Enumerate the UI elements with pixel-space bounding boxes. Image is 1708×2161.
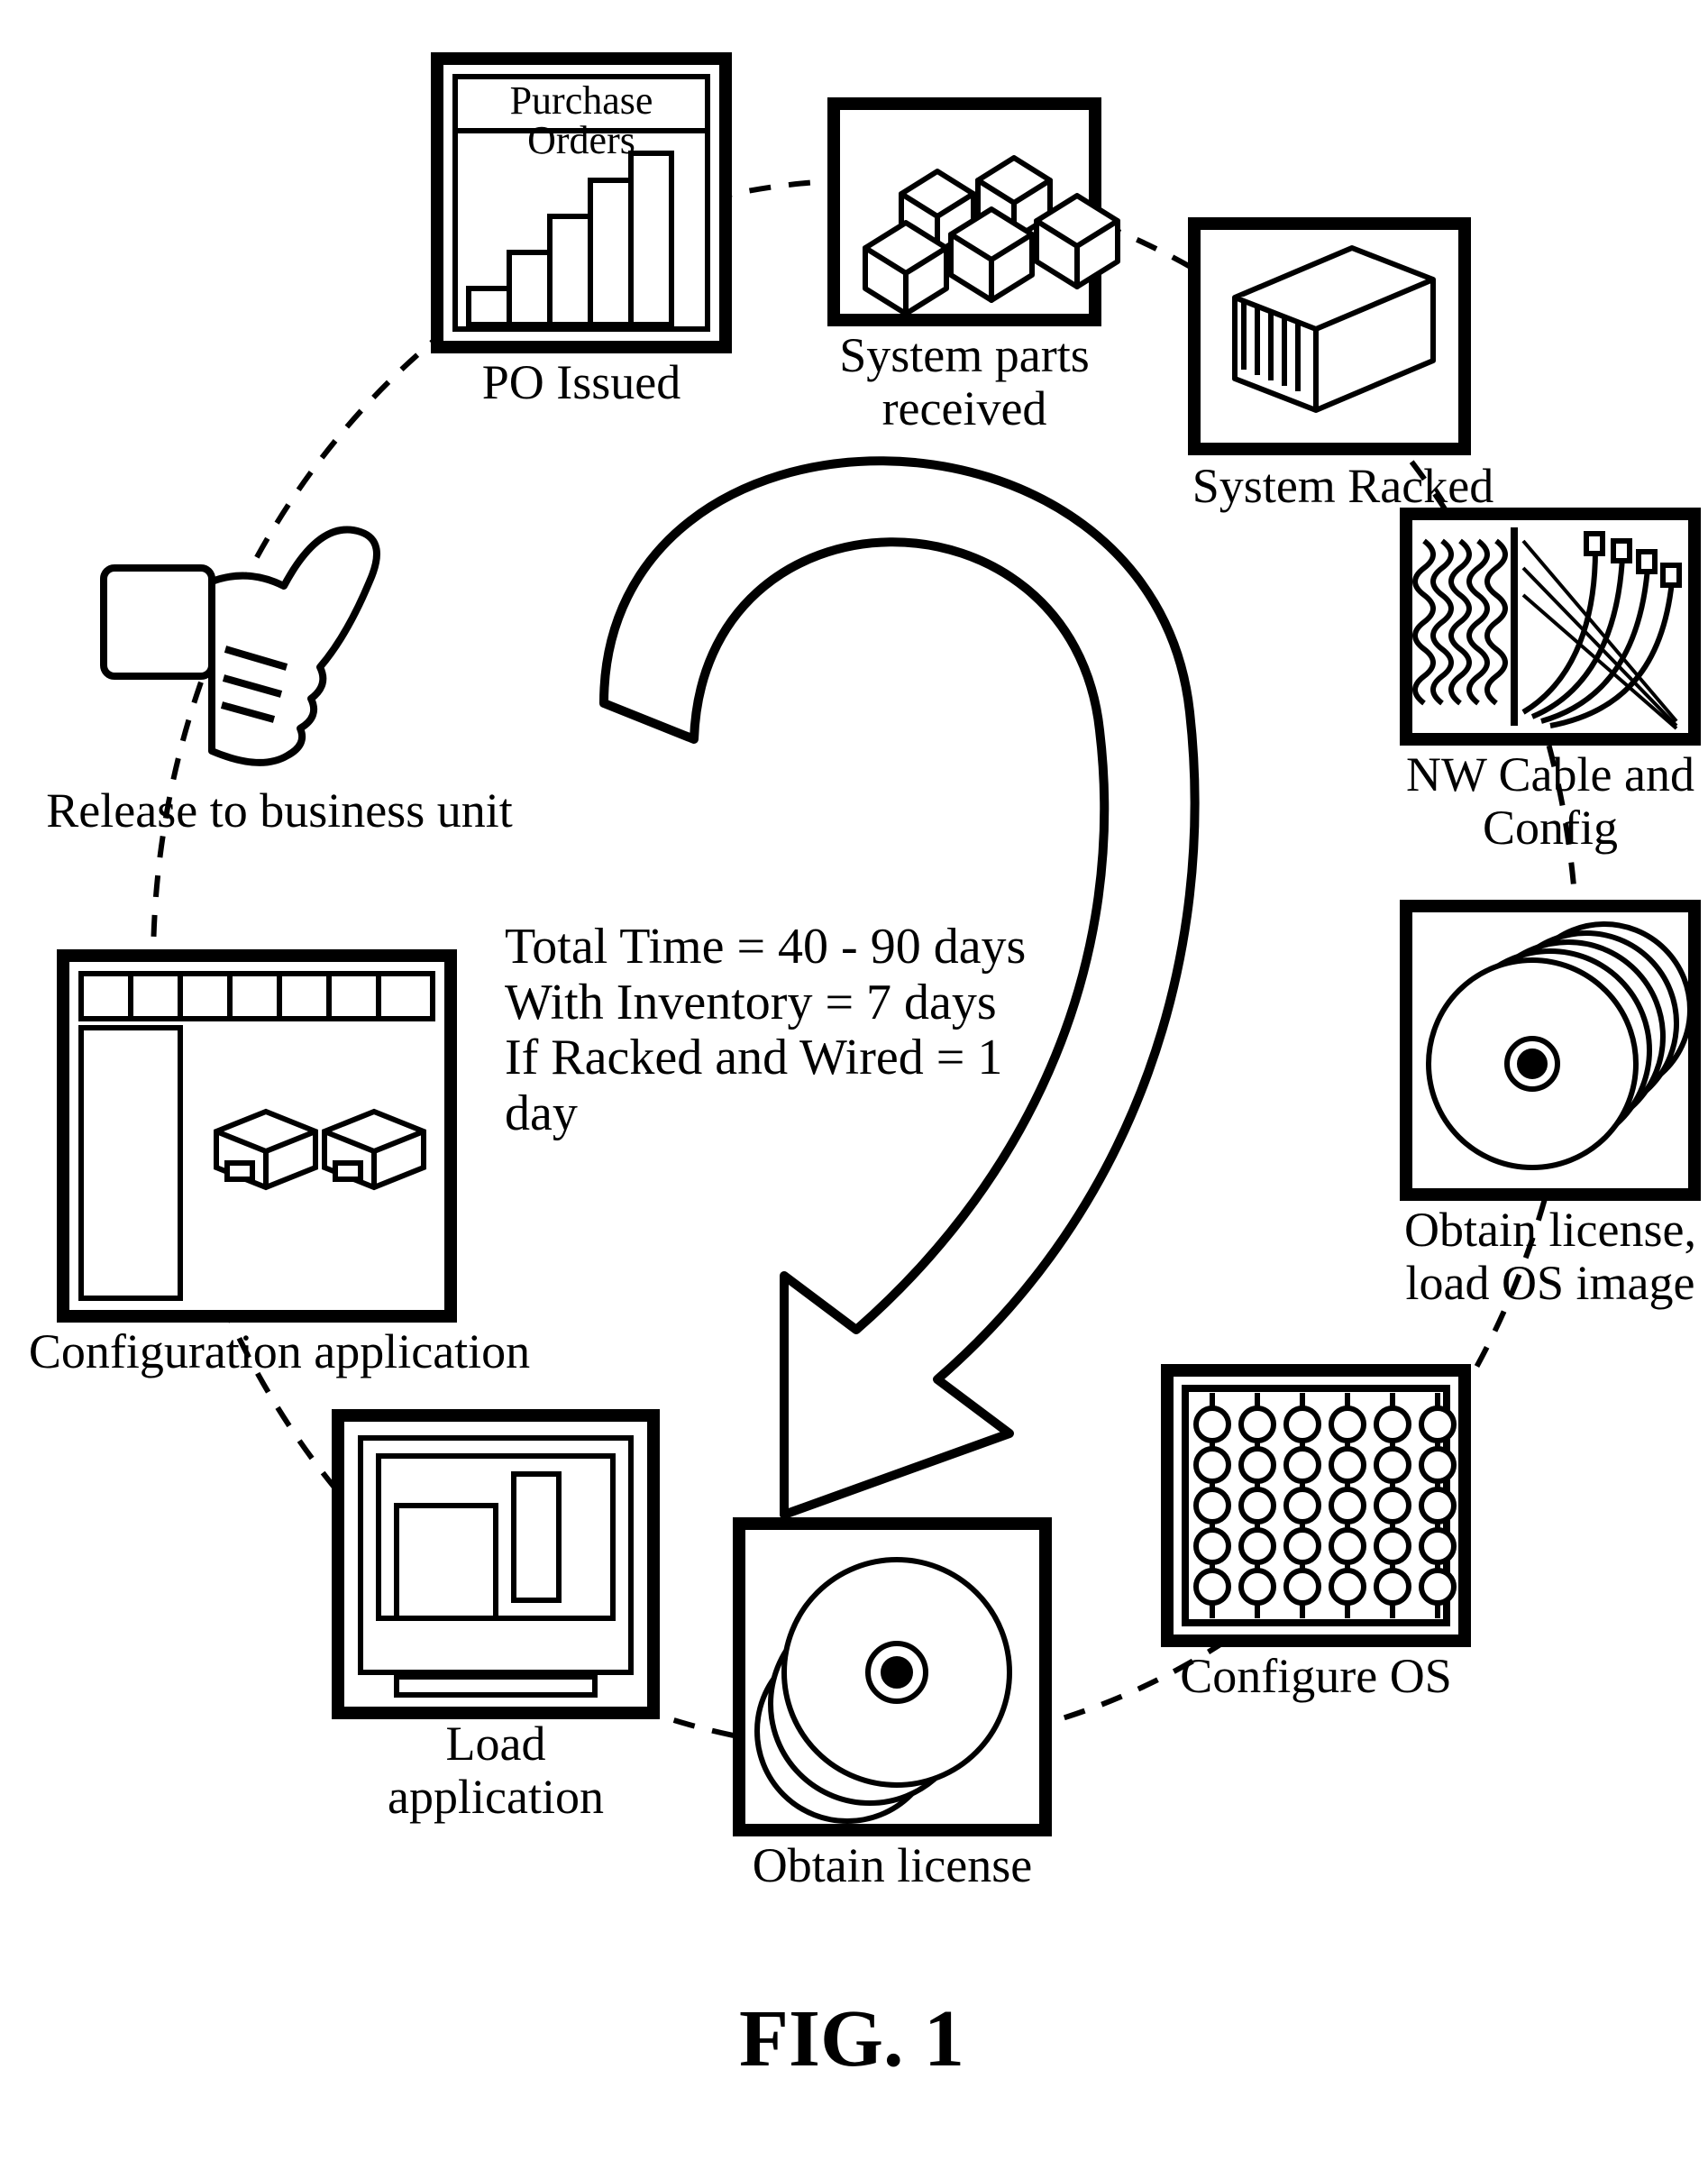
figure-label: FIG. 1	[739, 1992, 964, 2085]
diagram-stage: Total Time = 40 - 90 days With Inventory…	[0, 0, 1708, 2161]
node-release	[0, 0, 1708, 2161]
release-label: Release to business unit	[36, 784, 523, 838]
